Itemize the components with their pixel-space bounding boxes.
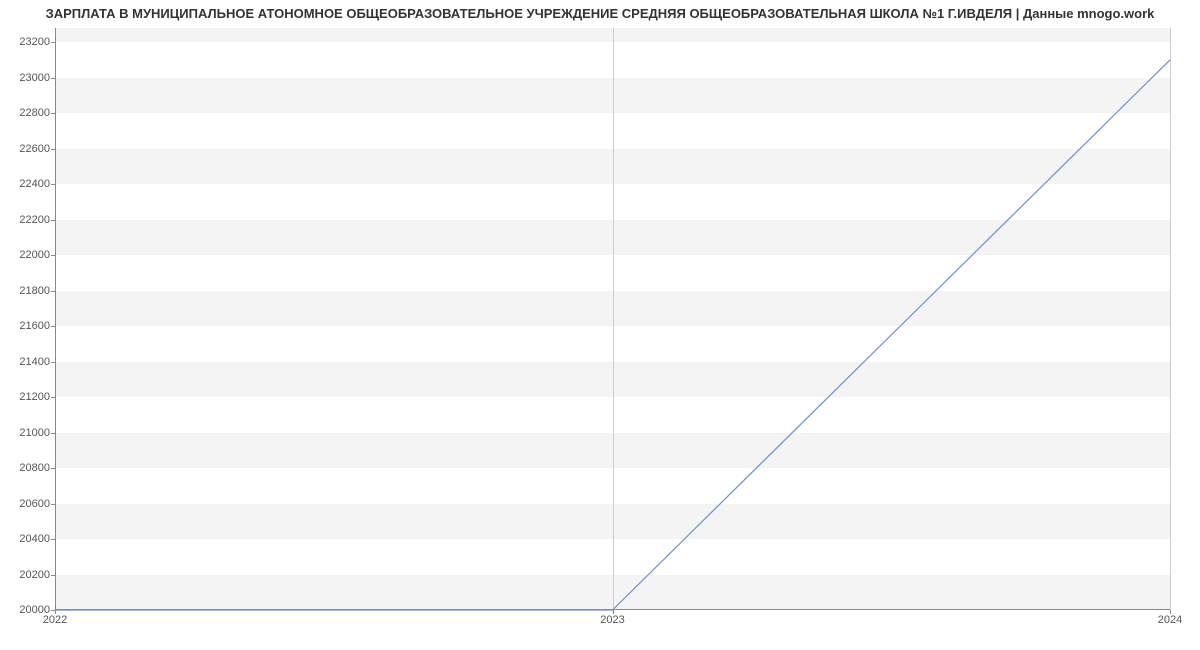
y-tick-mark xyxy=(51,78,55,79)
x-tick-label: 2023 xyxy=(600,614,624,626)
y-tick-label: 23200 xyxy=(5,36,50,48)
y-tick-label: 20400 xyxy=(5,533,50,545)
y-tick-label: 21200 xyxy=(5,391,50,403)
x-tick-label: 2024 xyxy=(1158,614,1182,626)
vertical-gridline xyxy=(1170,28,1171,610)
series-line xyxy=(55,60,1170,610)
y-tick-label: 21800 xyxy=(5,285,50,297)
y-tick-mark xyxy=(51,184,55,185)
chart-container: ЗАРПЛАТА В МУНИЦИПАЛЬНОЕ АТОНОМНОЕ ОБЩЕО… xyxy=(0,0,1200,650)
y-tick-label: 21000 xyxy=(5,427,50,439)
y-tick-mark xyxy=(51,397,55,398)
y-tick-mark xyxy=(51,149,55,150)
y-tick-mark xyxy=(51,113,55,114)
y-tick-label: 20800 xyxy=(5,462,50,474)
y-tick-mark xyxy=(51,220,55,221)
y-tick-label: 22400 xyxy=(5,178,50,190)
y-tick-mark xyxy=(51,255,55,256)
chart-title: ЗАРПЛАТА В МУНИЦИПАЛЬНОЕ АТОНОМНОЕ ОБЩЕО… xyxy=(0,6,1200,21)
plot-area xyxy=(55,28,1170,610)
y-tick-label: 23000 xyxy=(5,72,50,84)
x-tick-label: 2022 xyxy=(43,614,67,626)
y-tick-mark xyxy=(51,362,55,363)
y-tick-label: 20200 xyxy=(5,569,50,581)
y-tick-mark xyxy=(51,433,55,434)
y-tick-label: 21600 xyxy=(5,320,50,332)
y-tick-mark xyxy=(51,575,55,576)
x-tick-mark xyxy=(55,610,56,614)
y-tick-mark xyxy=(51,291,55,292)
line-layer xyxy=(55,28,1170,610)
y-tick-mark xyxy=(51,539,55,540)
y-tick-label: 22600 xyxy=(5,143,50,155)
y-tick-label: 22800 xyxy=(5,107,50,119)
y-tick-mark xyxy=(51,504,55,505)
y-tick-label: 22000 xyxy=(5,249,50,261)
x-tick-mark xyxy=(613,610,614,614)
y-tick-label: 22200 xyxy=(5,214,50,226)
y-tick-mark xyxy=(51,326,55,327)
x-tick-mark xyxy=(1170,610,1171,614)
y-tick-label: 20600 xyxy=(5,498,50,510)
y-axis-line xyxy=(55,28,56,610)
y-tick-label: 21400 xyxy=(5,356,50,368)
y-tick-mark xyxy=(51,42,55,43)
y-tick-mark xyxy=(51,468,55,469)
